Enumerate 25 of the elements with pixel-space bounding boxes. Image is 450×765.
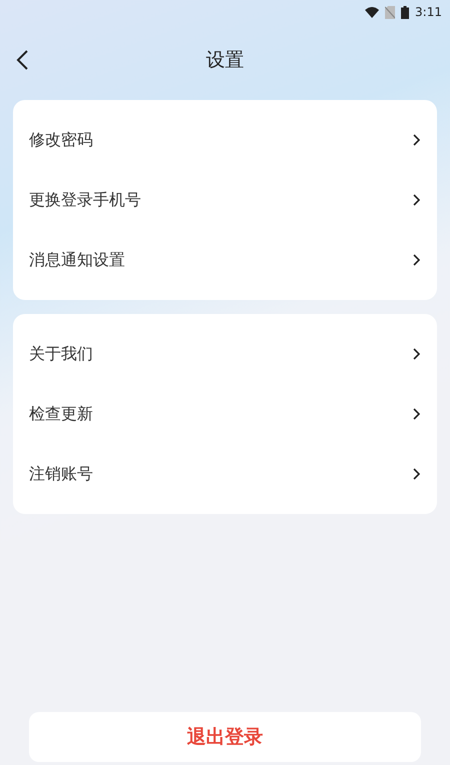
settings-item[interactable]: 检查更新: [13, 384, 437, 444]
item-label: 修改密码: [29, 130, 93, 150]
wifi-icon: [365, 6, 380, 18]
settings-item[interactable]: 修改密码: [13, 110, 437, 170]
settings-item[interactable]: 消息通知设置: [13, 230, 437, 290]
chevron-icon: [413, 134, 420, 146]
chevron-icon: [413, 408, 420, 420]
item-label: 检查更新: [29, 404, 93, 424]
back-icon[interactable]: [16, 50, 28, 70]
settings-item[interactable]: 关于我们: [13, 324, 437, 384]
item-label: 消息通知设置: [29, 250, 125, 270]
item-label: 关于我们: [29, 344, 93, 364]
item-label: 注销账号: [29, 464, 93, 484]
logout-button[interactable]: 退出登录: [29, 712, 421, 762]
item-label: 更换登录手机号: [29, 190, 141, 210]
chevron-icon: [413, 348, 420, 360]
no-sim-icon: [385, 6, 396, 18]
chevron-icon: [413, 468, 420, 480]
battery-icon: [401, 6, 410, 18]
chevron-icon: [413, 254, 420, 266]
status-time: 3:11: [415, 5, 442, 19]
chevron-icon: [413, 194, 420, 206]
page-title: 设置: [206, 48, 244, 73]
settings-item[interactable]: 更换登录手机号: [13, 170, 437, 230]
settings-item[interactable]: 注销账号: [13, 444, 437, 504]
